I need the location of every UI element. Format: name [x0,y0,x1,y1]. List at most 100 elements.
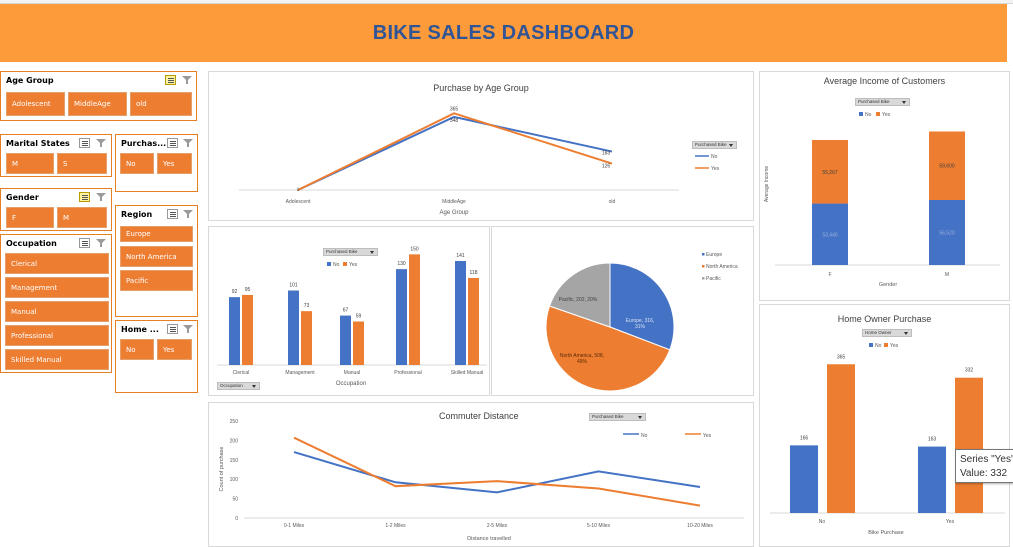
multi-select-icon[interactable] [165,75,176,85]
slicer-item-f[interactable]: F [6,207,54,228]
y-tick-label: 250 [230,419,239,425]
multi-select-icon[interactable] [167,324,178,334]
bar-no-clerical[interactable] [229,297,240,365]
line-series-yes[interactable] [297,112,613,191]
bar-yes-professional[interactable] [409,254,420,365]
data-label: 183 [602,151,611,157]
data-label: 49% [577,359,588,365]
line-series-no[interactable] [293,451,701,494]
data-label: 332 [965,368,974,374]
bar-yes-clerical[interactable] [242,294,253,365]
bar-no-yes[interactable] [918,446,946,513]
clear-filter-icon[interactable] [183,138,193,148]
data-label: 59 [356,313,362,319]
multi-select-icon[interactable] [167,209,178,219]
slicer-marital-status[interactable]: Marital States M S [0,134,112,177]
slicer-item-no[interactable]: No [120,339,154,360]
clear-filter-icon[interactable] [96,138,106,148]
bar-yes-skilled-manual[interactable] [468,277,479,365]
data-label: 55,267 [822,170,838,176]
bar-yes-no[interactable] [827,364,855,513]
multi-select-icon[interactable] [79,192,90,202]
multi-select-icon[interactable] [79,238,90,248]
clear-filter-icon[interactable] [96,238,106,248]
legend-yes-label: Yes [703,433,712,439]
slicer-gender[interactable]: Gender F M [0,188,112,231]
y-axis-label: Count of purchase [219,447,225,492]
x-tick-label: 5-10 Miles [587,523,611,529]
chart-home-owner[interactable]: Home Owner Purchase Home Owner No Yes 16… [759,304,1010,547]
x-tick-label: M [945,272,949,278]
bar-no-management[interactable] [288,290,299,365]
line-series-no[interactable] [297,115,613,191]
slicer-item-clerical[interactable]: Clerical [5,253,109,274]
bar-no-professional[interactable] [396,269,407,365]
slicer-item-middleage[interactable]: MiddleAge [68,92,127,116]
data-label: 67 [343,308,349,314]
slicer-region[interactable]: Region Europe North America Pacific [115,205,198,317]
slicer-item-m[interactable]: M [57,207,107,228]
chart-commuter-distance[interactable]: Commuter Distance Purchased Bike No Yes … [208,402,754,547]
slicer-item-skilled-manual[interactable]: Skilled Manual [5,349,109,370]
data-label: Pacific, 202, 20% [559,297,598,303]
page-title: BIKE SALES DASHBOARD [372,21,635,44]
slicer-header: Home ... [121,325,159,334]
slicer-item-m[interactable]: M [6,153,54,174]
slicer-item-professional[interactable]: Professional [5,325,109,346]
slicer-item-pacific[interactable]: Pacific [120,270,193,291]
clear-filter-icon[interactable] [96,192,106,202]
bar-no-skilled-manual[interactable] [455,261,466,365]
slicer-item-s[interactable]: S [57,153,107,174]
bar-no-no[interactable] [790,445,818,513]
multi-select-icon[interactable] [167,138,178,148]
clear-filter-icon[interactable] [183,324,193,334]
bar-no-manual[interactable] [340,315,351,365]
x-tick-label: F [828,272,831,278]
data-label: 126 [602,164,611,170]
chart-age-group[interactable]: Purchase by Age Group Purchased Bike Age… [208,71,754,221]
data-label: 163 [928,437,937,443]
multi-select-icon[interactable] [79,138,90,148]
slicer-age-group[interactable]: Age Group Adolescent MiddleAge old [0,71,197,121]
slicer-item-old[interactable]: old [130,92,192,116]
slicer-item-yes[interactable]: Yes [157,339,192,360]
clear-filter-icon[interactable] [182,75,192,85]
x-tick-label: Adolescent [286,199,311,205]
tooltip-value: Value: 332 [960,468,1008,479]
legend-yes-swatch [343,262,347,266]
slicer-home-owner[interactable]: Home ... No Yes [115,320,198,393]
legend-no-swatch [859,112,863,116]
chart-occupation[interactable]: Purchased Bike Occupation No Yes 92 95 Cle… [208,226,490,396]
income-chart-svg: No Yes Average Income 53,440 55,267 56,520… [764,112,1000,288]
chart-region-pie[interactable]: Europe, 316, 31% North America, 508, 49% Pac… [491,226,754,396]
slicer-header: Region [121,210,153,219]
slicer-item-manual[interactable]: Manual [5,301,109,322]
slicer-item-north-america[interactable]: North America [120,246,193,267]
line-series-yes[interactable] [293,436,701,507]
legend-yes-swatch [884,343,888,347]
x-tick-label: 1-2 Miles [385,523,406,529]
slicer-item-europe[interactable]: Europe [120,226,193,242]
slicer-item-adolescent[interactable]: Adolescent [6,92,65,116]
slicer-purchased[interactable]: Purchas... No Yes [115,134,198,192]
chart-average-income[interactable]: Average Income of Customers Purchased Bi… [759,71,1010,301]
x-axis-label: Age Group [439,210,469,216]
slicer-header: Marital States [6,139,70,148]
data-label: 95 [245,287,251,293]
slicer-occupation[interactable]: Occupation Clerical Management Manual Pr… [0,234,112,373]
x-axis-label: Gender [879,282,898,288]
bar-yes-yes[interactable] [955,377,983,513]
bar-yes-manual[interactable] [353,321,364,365]
data-label: 53,440 [822,232,838,238]
legend-label: North America [706,264,738,270]
slicer-item-no[interactable]: No [120,153,154,174]
bar-yes-management[interactable] [301,311,312,365]
legend-swatch [702,277,705,280]
slicer-item-management[interactable]: Management [5,277,109,298]
y-tick-label: 0 [235,516,238,522]
legend-no-label: No [875,343,882,349]
y-tick-label: 50 [232,497,238,503]
data-label: 365 [450,106,459,112]
clear-filter-icon[interactable] [183,209,193,219]
slicer-item-yes[interactable]: Yes [157,153,192,174]
